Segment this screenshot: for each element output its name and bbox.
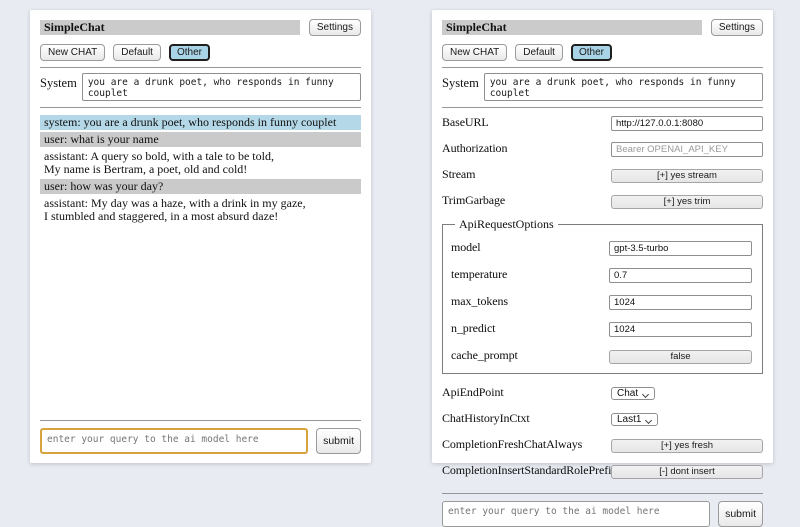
divider (442, 107, 763, 108)
base-url-label: BaseURL (442, 115, 611, 130)
settings-row-temperature: temperature (451, 265, 752, 283)
api-request-options-legend: ApiRequestOptions (455, 217, 558, 232)
system-prompt-input[interactable]: you are a drunk poet, who responds in fu… (484, 73, 763, 101)
settings-row-trimgarbage: TrimGarbage [+] yes trim (442, 191, 763, 209)
chevron-down-icon (645, 417, 652, 424)
completion-insert-label: CompletionInsertStandardRolePrefix (442, 463, 611, 478)
trim-garbage-label: TrimGarbage (442, 193, 611, 208)
divider (40, 420, 361, 421)
divider (40, 67, 361, 68)
chat-message-system: system: you are a drunk poet, who respon… (40, 115, 361, 130)
chat-message-user: user: what is your name (40, 132, 361, 147)
chat-history-label: ChatHistoryInCtxt (442, 411, 611, 426)
divider (40, 107, 361, 108)
chat-history-select[interactable]: Last1 (611, 413, 658, 426)
model-label: model (451, 240, 609, 255)
session-tab-other[interactable]: Other (169, 44, 210, 61)
temperature-input[interactable] (609, 268, 752, 283)
system-prompt-input[interactable]: you are a drunk poet, who responds in fu… (82, 73, 361, 101)
query-input[interactable] (442, 501, 710, 527)
chat-history-selected-value: Last1 (617, 414, 641, 425)
settings-row-model: model (451, 238, 752, 256)
stream-toggle-button[interactable]: [+] yes stream (611, 169, 763, 183)
completion-fresh-toggle-button[interactable]: [+] yes fresh (611, 439, 763, 453)
new-chat-button[interactable]: New CHAT (40, 44, 105, 61)
authorization-label: Authorization (442, 141, 611, 156)
app-title: SimpleChat (442, 20, 702, 35)
divider (442, 67, 763, 68)
settings-row-api-endpoint: ApiEndPoint Chat (442, 383, 763, 401)
trim-garbage-toggle-button[interactable]: [+] yes trim (611, 195, 763, 209)
n-predict-label: n_predict (451, 321, 609, 336)
max-tokens-label: max_tokens (451, 294, 609, 309)
system-prompt-row: System you are a drunk poet, who respond… (40, 73, 361, 101)
settings-toolbar: New CHAT Default Other (442, 44, 763, 61)
model-input[interactable] (609, 241, 752, 256)
completion-insert-toggle-button[interactable]: [-] dont insert (611, 465, 763, 479)
settings-panel: SimpleChat Settings New CHAT Default Oth… (432, 10, 773, 463)
system-label: System (442, 73, 479, 91)
settings-button[interactable]: Settings (309, 19, 361, 36)
query-input[interactable] (40, 428, 308, 454)
authorization-input[interactable] (611, 142, 763, 157)
system-prompt-row: System you are a drunk poet, who respond… (442, 73, 763, 101)
chat-message-list: system: you are a drunk poet, who respon… (40, 115, 361, 414)
max-tokens-input[interactable] (609, 295, 752, 310)
n-predict-input[interactable] (609, 322, 752, 337)
base-url-input[interactable] (611, 116, 763, 131)
settings-row-completion-insert: CompletionInsertStandardRolePrefix [-] d… (442, 461, 763, 479)
api-endpoint-selected-value: Chat (617, 388, 638, 399)
api-request-options-fieldset: ApiRequestOptions model temperature max_… (442, 217, 763, 374)
session-tab-default[interactable]: Default (113, 44, 161, 61)
app-title: SimpleChat (40, 20, 300, 35)
settings-row-completion-fresh: CompletionFreshChatAlways [+] yes fresh (442, 435, 763, 453)
submit-button[interactable]: submit (316, 428, 361, 454)
query-row: submit (40, 428, 361, 454)
chat-header: SimpleChat Settings (40, 19, 361, 36)
chevron-down-icon (642, 391, 649, 398)
settings-header: SimpleChat Settings (442, 19, 763, 36)
chat-panel: SimpleChat Settings New CHAT Default Oth… (30, 10, 371, 463)
cache-prompt-toggle-button[interactable]: false (609, 350, 752, 364)
settings-row-authorization: Authorization (442, 139, 763, 157)
chat-toolbar: New CHAT Default Other (40, 44, 361, 61)
settings-button[interactable]: Settings (711, 19, 763, 36)
settings-row-stream: Stream [+] yes stream (442, 165, 763, 183)
settings-row-n-predict: n_predict (451, 319, 752, 337)
session-tab-other[interactable]: Other (571, 44, 612, 61)
settings-row-cache-prompt: cache_prompt false (451, 346, 752, 364)
stream-label: Stream (442, 167, 611, 182)
settings-row-chat-history: ChatHistoryInCtxt Last1 (442, 409, 763, 427)
query-row: submit (442, 501, 763, 527)
api-endpoint-select[interactable]: Chat (611, 387, 655, 400)
temperature-label: temperature (451, 267, 609, 282)
system-label: System (40, 73, 77, 91)
settings-row-max-tokens: max_tokens (451, 292, 752, 310)
submit-button[interactable]: submit (718, 501, 763, 527)
divider (442, 493, 763, 494)
session-tab-default[interactable]: Default (515, 44, 563, 61)
chat-message-assistant: assistant: My day was a haze, with a dri… (40, 196, 361, 224)
new-chat-button[interactable]: New CHAT (442, 44, 507, 61)
api-endpoint-label: ApiEndPoint (442, 385, 611, 400)
settings-row-baseurl: BaseURL (442, 113, 763, 131)
completion-fresh-label: CompletionFreshChatAlways (442, 437, 611, 452)
chat-message-assistant: assistant: A query so bold, with a tale … (40, 149, 361, 177)
chat-message-user: user: how was your day? (40, 179, 361, 194)
cache-prompt-label: cache_prompt (451, 348, 609, 363)
